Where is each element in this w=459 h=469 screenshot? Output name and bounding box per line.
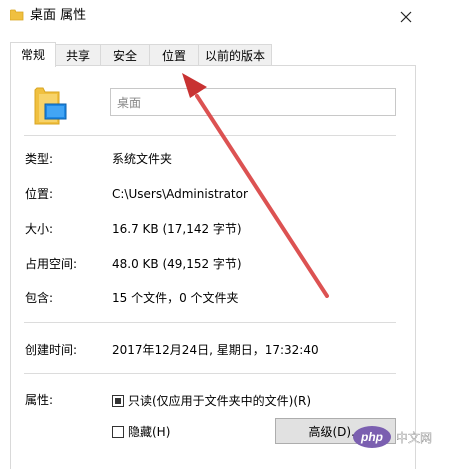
location-label: 位置: (25, 187, 54, 201)
created-value: 2017年12月24日, 星期日，17:32:40 (112, 343, 319, 357)
close-button[interactable] (388, 2, 424, 32)
properties-window: 桌面 属性 常规 共享 安全 位置 以前的版本 类型: 系统文件夹 位置: C:… (0, 0, 459, 469)
divider (24, 373, 396, 374)
disk-size-value: 48.0 KB (49,152 字节) (112, 257, 242, 271)
location-value: C:\Users\Administrator (112, 187, 248, 201)
tab-sharing[interactable]: 共享 (55, 44, 101, 67)
divider (24, 135, 396, 136)
divider (24, 322, 396, 323)
tab-general[interactable]: 常规 (10, 42, 56, 67)
size-label: 大小: (25, 222, 54, 236)
tab-location[interactable]: 位置 (149, 44, 199, 67)
tab-strip: 常规 共享 安全 位置 以前的版本 (10, 42, 272, 67)
php-watermark-logo: php 中文网 (353, 426, 432, 448)
svg-text:中文网: 中文网 (396, 430, 432, 445)
title-bar: 桌面 属性 (0, 0, 459, 34)
hidden-checkbox[interactable] (112, 426, 124, 438)
attributes-label: 属性: (25, 393, 54, 407)
desktop-folder-icon (34, 87, 67, 125)
readonly-checkbox[interactable] (112, 395, 124, 407)
disk-size-label: 占用空间: (25, 257, 78, 271)
created-label: 创建时间: (25, 343, 78, 357)
type-label: 类型: (25, 152, 54, 166)
tab-security[interactable]: 安全 (100, 44, 150, 67)
svg-text:php: php (360, 430, 383, 444)
type-value: 系统文件夹 (112, 152, 173, 166)
hidden-label[interactable]: 隐藏(H) (128, 424, 170, 440)
contains-label: 包含: (25, 291, 54, 305)
folder-name-input[interactable] (110, 88, 396, 116)
readonly-label[interactable]: 只读(仅应用于文件夹中的文件)(R) (128, 393, 311, 409)
window-title: 桌面 属性 (30, 8, 87, 23)
tab-previous-versions[interactable]: 以前的版本 (198, 44, 272, 67)
size-value: 16.7 KB (17,142 字节) (112, 222, 242, 236)
folder-icon (10, 9, 24, 21)
close-icon (400, 11, 412, 23)
contains-value: 15 个文件，0 个文件夹 (112, 291, 239, 305)
